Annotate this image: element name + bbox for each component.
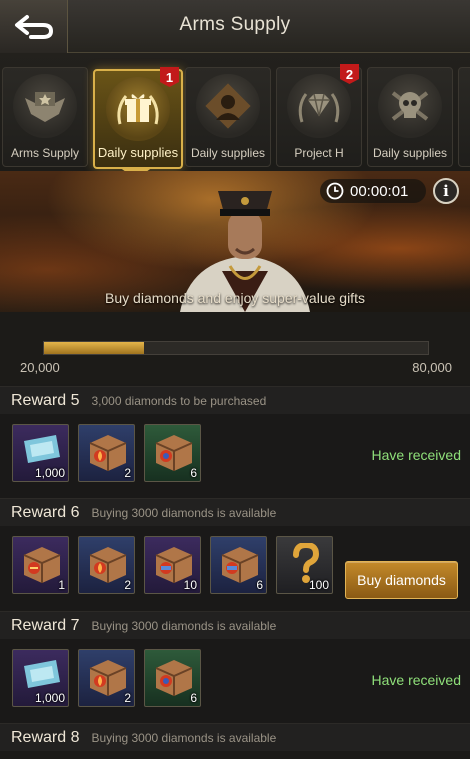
banner-caption: Buy diamonds and enjoy super-value gifts [105,290,365,306]
notification-badge: 2 [340,64,359,84]
item-quantity: 100 [308,578,329,592]
tab-daily-supplies-3[interactable]: Daily supplies [367,67,453,167]
flame-crate-icon [89,660,127,696]
reward-description: Buying 3000 diamonds is available [91,730,277,745]
tab-label: Daily supplies [97,145,179,160]
blue-ticket-icon [24,660,60,688]
tab-label: Project H [294,146,344,160]
reward-row: Reward 8 Buying 3000 diamonds is availab… [0,723,470,751]
blue-crate-icon [221,547,259,583]
page-title: Arms Supply [179,14,291,35]
reward-row: Reward 6 Buying 3000 diamonds is availab… [0,498,470,610]
reward-item-crate[interactable]: 2 [78,424,135,482]
header-bar: Arms Supply [0,0,470,53]
item-quantity: 10 [183,578,197,592]
timer-value: 00:00:01 [350,182,409,200]
reward-row: Reward 7 Buying 3000 diamonds is availab… [0,611,470,723]
reward-title: Reward 7 [11,616,80,634]
item-quantity: 1 [58,578,65,592]
reward-items: 1,000 2 6 Have received [0,414,470,498]
reward-header: Reward 5 3,000 diamonds to be purchased [0,386,470,414]
reward-item-ticket[interactable]: 1,000 [12,649,69,707]
reward-item-ticket[interactable]: 1,000 [12,424,69,482]
tab-label: Arms Supply [10,146,80,160]
red-crate-icon [23,547,61,583]
reward-description: Buying 3000 diamonds is available [91,505,277,520]
buy-diamonds-button[interactable]: Buy diamonds [345,561,458,599]
flame-crate-icon [89,547,127,583]
reward-title: Reward 5 [11,391,80,409]
reward-description: 3,000 diamonds to be purchased [91,393,267,408]
reward-title: Reward 6 [11,503,80,521]
blue-ticket-icon [24,435,60,463]
red-crate-icon [155,435,193,471]
reward-item-crate[interactable]: 1 [12,536,69,594]
progress-min-label: 20,000 [20,360,60,375]
item-quantity: 1,000 [34,691,65,705]
tab-arms-supply[interactable]: Arms Supply [2,67,88,167]
reward-header: Reward 7 Buying 3000 diamonds is availab… [0,611,470,639]
red-crate-icon [155,660,193,696]
reward-header: Reward 8 Buying 3000 diamonds is availab… [0,723,470,751]
received-status: Have received [371,672,462,688]
blue-crate-icon [155,547,193,583]
item-quantity: 6 [190,466,197,480]
reward-item-crate[interactable]: 6 [144,424,201,482]
flame-crate-icon [89,435,127,471]
gift-box-emblem-icon [106,77,170,141]
eagle-emblem-icon [13,74,77,138]
item-quantity: 1,000 [34,466,65,480]
reward-items: 1 2 10 6 100 Buy diamonds [0,526,470,610]
item-quantity: 2 [124,691,131,705]
reward-item-crate[interactable]: 6 [144,649,201,707]
reward-items: 1,000 2 6 Have received [0,639,470,723]
reward-item-crate[interactable]: 10 [144,536,201,594]
tab-daily-supplies-active[interactable]: 1 Daily supplies [93,67,183,169]
reward-row: Reward 5 3,000 diamonds to be purchased … [0,386,470,498]
skull-emblem-icon [378,74,442,138]
progress-bar [43,341,429,355]
received-status: Have received [371,447,462,463]
reward-item-crate[interactable]: 2 [78,536,135,594]
tab-label: Daily supplies [190,146,266,160]
reward-title: Reward 8 [11,728,80,746]
progress-max-label: 80,000 [412,360,452,375]
countdown-timer: 00:00:01 [320,179,426,203]
item-quantity: 6 [190,691,197,705]
tab-partial-next[interactable] [458,67,470,167]
reward-item-mystery[interactable]: 100 [276,536,333,594]
diamond-emblem-icon [287,74,351,138]
category-tabs: Arms Supply 1 Daily supplies Daily suppl… [0,53,470,171]
reward-item-crate[interactable]: 2 [78,649,135,707]
tab-project-h[interactable]: 2 Project H [276,64,362,167]
soldier-emblem-icon [196,74,260,138]
reward-item-crate[interactable]: 6 [210,536,267,594]
clock-icon [326,182,344,200]
reward-description: Buying 3000 diamonds is available [91,618,277,633]
item-quantity: 6 [256,578,263,592]
info-button[interactable]: i [433,178,459,204]
progress-fill [44,342,144,354]
item-quantity: 2 [124,578,131,592]
tab-daily-supplies-2[interactable]: Daily supplies [185,67,271,167]
reward-header: Reward 6 Buying 3000 diamonds is availab… [0,498,470,526]
tab-label: Daily supplies [372,146,448,160]
item-quantity: 2 [124,466,131,480]
